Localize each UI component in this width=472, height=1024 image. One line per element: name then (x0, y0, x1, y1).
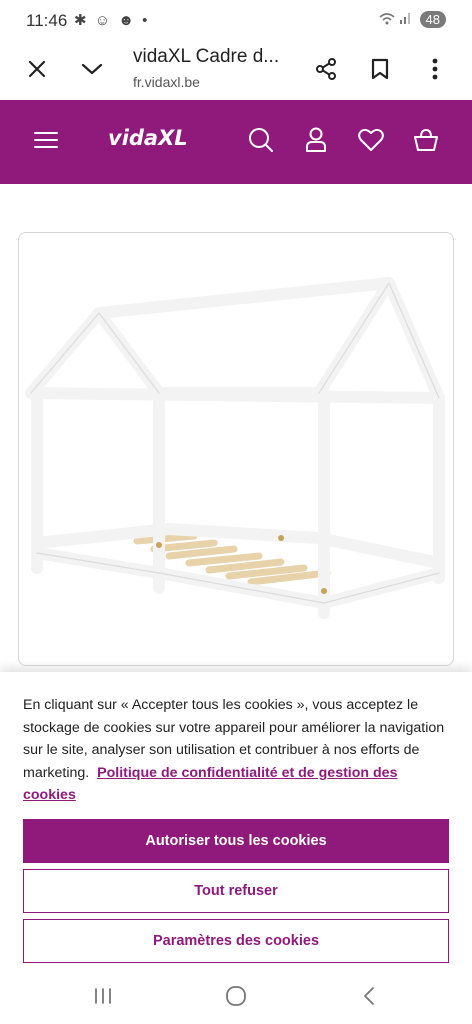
accept-all-cookies-button[interactable]: Autoriser tous les cookies (23, 819, 449, 863)
chevron-down-icon[interactable] (77, 54, 107, 84)
product-image (25, 277, 445, 619)
basket-icon[interactable] (410, 124, 442, 156)
close-icon[interactable] (22, 54, 52, 84)
page-title[interactable]: vidaXL Cadre d... (133, 46, 293, 68)
status-right: 48 (378, 11, 446, 28)
notification-icons: ✱ ☺ ☻ • (74, 12, 150, 29)
cookie-settings-button[interactable]: Paramètres des cookies (23, 919, 449, 963)
back-icon[interactable] (354, 982, 384, 1010)
refuse-all-cookies-button[interactable]: Tout refuser (23, 869, 449, 913)
share-icon[interactable] (310, 53, 342, 85)
wifi-signal-icon (378, 11, 412, 28)
heart-icon[interactable] (355, 124, 387, 156)
status-time: 11:46 (26, 11, 68, 30)
user-icon[interactable] (300, 124, 332, 156)
page-url[interactable]: fr.vidaxl.be (133, 74, 200, 90)
recent-apps-icon[interactable] (88, 984, 118, 1008)
bookmark-icon[interactable] (364, 53, 396, 85)
site-header (0, 100, 472, 184)
home-icon[interactable] (221, 982, 251, 1010)
search-icon[interactable] (245, 124, 277, 156)
more-vertical-icon[interactable] (420, 53, 450, 85)
product-image-frame[interactable] (18, 232, 454, 666)
hamburger-menu-icon[interactable] (30, 124, 62, 156)
battery-indicator: 48 (419, 11, 446, 28)
cookie-consent-text: En cliquant sur « Accepter tous les cook… (23, 694, 451, 807)
status-bar: 11:46 ✱ ☺ ☻ • 48 (0, 0, 472, 42)
site-logo[interactable]: vidaXL (108, 126, 188, 150)
